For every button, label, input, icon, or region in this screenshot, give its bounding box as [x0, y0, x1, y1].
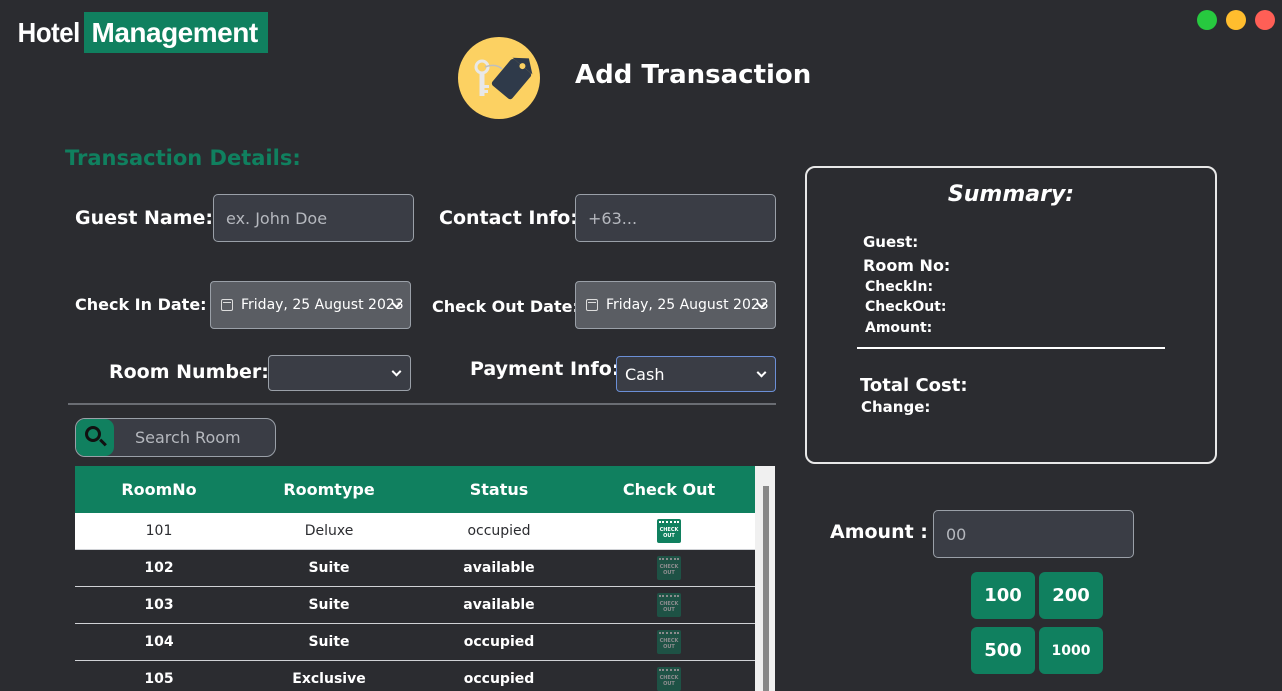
summary-checkin-label: CheckIn: [865, 279, 934, 295]
chevron-down-icon [391, 366, 402, 377]
quick-amount-100-button[interactable]: 100 [971, 572, 1035, 619]
room-number-cell: 105 [144, 671, 174, 687]
table-header: RoomNo Roomtype Status Check Out [75, 466, 755, 513]
room-type-cell: Suite [308, 634, 350, 650]
summary-panel: Summary: Guest: Room No: CheckIn: CheckO… [805, 166, 1217, 464]
app-logo: Hotel Management [14, 12, 268, 53]
contact-info-label: Contact Info: [439, 207, 578, 229]
guest-name-label: Guest Name: [75, 207, 214, 229]
check-out-date-value: Friday, 25 August 2023 [606, 297, 769, 313]
check-out-date-picker[interactable]: Friday, 25 August 2023 [575, 281, 776, 329]
amount-input[interactable]: 00 [933, 510, 1134, 558]
room-number-cell: 102 [144, 560, 174, 576]
room-number-select[interactable] [268, 355, 411, 391]
checkout-icon[interactable]: CHECK OUT [657, 593, 681, 617]
column-header-status[interactable]: Status [415, 480, 583, 499]
quick-amount-200-button[interactable]: 200 [1039, 572, 1103, 619]
room-number-cell: 101 [145, 523, 173, 539]
quick-amount-1000-button[interactable]: 1000 [1039, 627, 1103, 674]
check-in-label: Check In Date: [75, 295, 207, 314]
table-row[interactable]: 103 Suite available CHECK OUT [75, 587, 755, 624]
summary-guest-label: Guest: [863, 233, 919, 251]
search-room-box[interactable]: Search Room [75, 418, 276, 457]
search-button[interactable] [76, 419, 114, 456]
minimize-button[interactable] [1197, 10, 1217, 30]
guest-name-placeholder: ex. John Doe [226, 208, 328, 228]
payment-info-select[interactable]: Cash [616, 356, 776, 392]
checkout-icon[interactable]: CHECK OUT [657, 556, 681, 580]
room-number-label: Room Number: [109, 361, 269, 383]
room-type-cell: Exclusive [292, 671, 366, 687]
calendar-icon [221, 299, 233, 311]
room-number-cell: 104 [144, 634, 174, 650]
summary-checkout-label: CheckOut: [865, 299, 947, 315]
status-cell: occupied [463, 634, 535, 650]
room-type-cell: Suite [308, 597, 350, 613]
amount-label: Amount : [830, 521, 928, 543]
maximize-button[interactable] [1226, 10, 1246, 30]
contact-info-placeholder: +63... [588, 208, 638, 228]
section-title: Transaction Details: [65, 146, 301, 170]
summary-change-label: Change: [861, 398, 931, 416]
column-header-roomno[interactable]: RoomNo [75, 480, 243, 499]
room-number-cell: 103 [144, 597, 174, 613]
table-body: 101 Deluxe occupied CHECK OUT 102 Suite … [75, 513, 755, 691]
table-row[interactable]: 102 Suite available CHECK OUT [75, 550, 755, 587]
calendar-icon [586, 299, 598, 311]
payment-info-value: Cash [625, 364, 665, 384]
table-row[interactable]: 104 Suite occupied CHECK OUT [75, 624, 755, 661]
search-room-input[interactable]: Search Room [135, 428, 241, 447]
summary-title: Summary: [947, 182, 1075, 207]
summary-amount-label: Amount: [865, 320, 933, 336]
checkout-icon[interactable]: CHECK OUT [657, 667, 681, 691]
checkout-icon[interactable]: CHECK OUT [657, 519, 681, 543]
summary-total-label: Total Cost: [860, 375, 968, 396]
check-out-label: Check Out Date: [432, 297, 579, 316]
table-row[interactable]: 105 Exclusive occupied CHECK OUT [75, 661, 755, 691]
table-row[interactable]: 101 Deluxe occupied CHECK OUT [75, 513, 755, 550]
room-type-cell: Suite [308, 560, 350, 576]
payment-info-label: Payment Info: [470, 358, 620, 380]
room-type-cell: Deluxe [304, 523, 354, 539]
check-in-date-value: Friday, 25 August 2023 [241, 297, 404, 313]
logo-text-management: Management [83, 12, 268, 53]
guest-name-input[interactable]: ex. John Doe [213, 194, 414, 242]
summary-divider [857, 347, 1165, 349]
column-header-checkout[interactable]: Check Out [583, 480, 755, 499]
amount-placeholder: 00 [946, 524, 967, 544]
scrollbar-thumb[interactable] [763, 486, 769, 691]
status-cell: available [463, 560, 535, 576]
key-tag-icon [458, 37, 540, 119]
column-header-roomtype[interactable]: Roomtype [243, 480, 415, 499]
checkout-icon[interactable]: CHECK OUT [657, 630, 681, 654]
status-cell: occupied [467, 523, 531, 539]
page-title: Add Transaction [575, 60, 812, 90]
contact-info-input[interactable]: +63... [575, 194, 776, 242]
chevron-down-icon [756, 367, 767, 378]
status-cell: occupied [463, 671, 535, 687]
check-in-date-picker[interactable]: Friday, 25 August 2023 [210, 281, 411, 329]
rooms-table: RoomNo Roomtype Status Check Out 101 Del… [75, 466, 775, 691]
summary-room-label: Room No: [863, 256, 951, 275]
quick-amount-500-button[interactable]: 500 [971, 627, 1035, 674]
status-cell: available [463, 597, 535, 613]
divider [68, 403, 776, 405]
close-button[interactable] [1255, 10, 1275, 30]
logo-text-hotel: Hotel [17, 16, 81, 48]
